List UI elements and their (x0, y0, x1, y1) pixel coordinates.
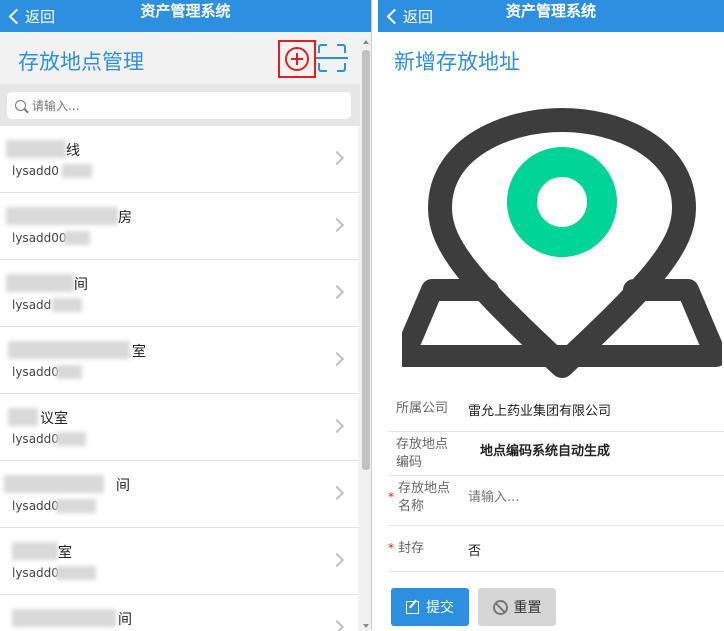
plus-circle-icon (285, 47, 309, 71)
list-item[interactable]: 室 lysadd0 (0, 327, 358, 394)
app-title: 资产管理系统 (505, 2, 596, 20)
list-item[interactable]: 议室 lysadd0 (0, 394, 358, 461)
scan-button[interactable] (316, 44, 348, 72)
item-code: lysadd0 (12, 432, 59, 446)
list-item[interactable]: 间 (0, 595, 358, 631)
app-title: 资产管理系统 (140, 2, 231, 20)
code-auto-note: 地点编码系统自动生成 (480, 444, 611, 459)
location-pin-icon (402, 108, 722, 378)
code-label-line2: 编码 (396, 455, 423, 470)
reset-button[interactable]: 重置 (478, 588, 556, 626)
code-label-line1: 存放地点 (396, 437, 449, 452)
reset-label: 重置 (513, 600, 542, 616)
sealed-label: 封存 (398, 541, 425, 556)
company-field: 所属公司 雷允上药业集团有限公司 (388, 386, 724, 432)
item-code: lysadd0 (12, 499, 59, 513)
chevron-right-icon (329, 284, 345, 300)
search-bar (0, 84, 360, 126)
list-item[interactable]: 房 lysadd00 (0, 193, 358, 260)
chevron-right-icon (329, 217, 345, 233)
name-label-line2: 名称 (398, 499, 425, 514)
required-mark: * (388, 490, 394, 504)
list-item[interactable]: 线 lysadd0 (0, 126, 358, 193)
list-item[interactable]: 室 lysadd0 (0, 528, 358, 595)
item-name: 房 (118, 210, 132, 226)
item-code: lysadd (12, 298, 52, 312)
top-bar: 返回 资产管理系统 (378, 0, 724, 32)
item-code: lysadd0 (12, 566, 59, 580)
scroll-down-arrow-icon (363, 624, 369, 628)
item-code: lysadd0 (12, 164, 59, 178)
page-title: 存放地点管理 (18, 50, 144, 74)
list-item[interactable]: 间 lysadd (0, 260, 358, 327)
search-input[interactable] (32, 98, 322, 113)
item-name: 间 (74, 277, 88, 293)
chevron-right-icon (329, 485, 345, 501)
submit-label: 提交 (426, 600, 454, 616)
item-name: 间 (116, 478, 130, 494)
item-name: 室 (132, 344, 146, 360)
location-list: 线 lysadd0 房 lysadd00 间 lysadd 室 lysadd0 (0, 126, 358, 631)
name-field: * 存放地点 名称 (388, 476, 724, 526)
sealed-field: * 封存 否 (388, 526, 724, 572)
required-mark: * (388, 541, 394, 555)
chevron-right-icon (329, 150, 345, 166)
search-icon (15, 100, 26, 111)
scrollbar[interactable] (360, 38, 371, 631)
location-name-input[interactable] (468, 490, 698, 505)
location-form: 所属公司 雷允上药业集团有限公司 存放地点 编码 地点编码系统自动生成 * 存放… (388, 386, 724, 572)
company-value[interactable]: 雷允上药业集团有限公司 (468, 400, 611, 419)
submit-button[interactable]: 提交 (391, 588, 469, 626)
chevron-right-icon (329, 351, 345, 367)
chevron-right-icon (329, 552, 345, 568)
item-name: 线 (66, 143, 80, 159)
item-code: lysadd0 (12, 365, 59, 379)
chevron-right-icon (329, 418, 345, 434)
scan-icon (316, 57, 348, 59)
add-location-pane: 返回 资产管理系统 新增存放地址 所属公司 雷允上药业集团有限公司 存放地点 编… (378, 0, 724, 631)
item-code: lysadd00 (12, 231, 67, 245)
item-name: 议室 (40, 411, 68, 427)
item-name: 间 (118, 612, 132, 628)
company-label: 所属公司 (396, 401, 449, 416)
reset-icon (492, 599, 508, 615)
add-location-button[interactable] (278, 40, 316, 78)
sealed-value[interactable]: 否 (468, 540, 481, 559)
form-title: 新增存放地址 (394, 50, 520, 74)
chevron-right-icon (329, 619, 345, 631)
edit-icon (406, 600, 419, 614)
list-item[interactable]: 间 lysadd0 (0, 461, 358, 528)
top-bar: 返回 资产管理系统 (0, 0, 371, 32)
search-box (7, 92, 351, 119)
scroll-up-arrow-icon (363, 40, 369, 44)
location-list-pane: 返回 资产管理系统 存放地点管理 线 lysadd0 房 lysadd00 (0, 0, 372, 631)
name-label-line1: 存放地点 (398, 481, 451, 496)
item-name: 室 (58, 545, 72, 561)
code-field: 存放地点 编码 地点编码系统自动生成 (388, 432, 724, 476)
scrollbar-thumb[interactable] (362, 50, 370, 470)
